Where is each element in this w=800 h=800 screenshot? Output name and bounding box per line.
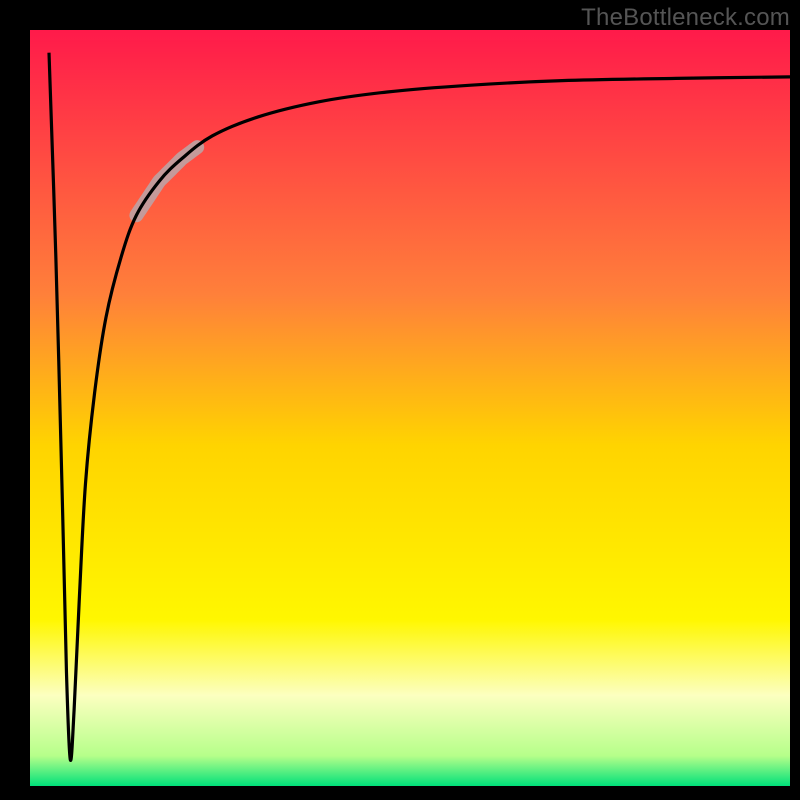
chart-container: TheBottleneck.com <box>0 0 800 800</box>
watermark-text: TheBottleneck.com <box>581 4 790 32</box>
bottleneck-chart <box>0 0 800 800</box>
plot-background <box>30 30 790 786</box>
